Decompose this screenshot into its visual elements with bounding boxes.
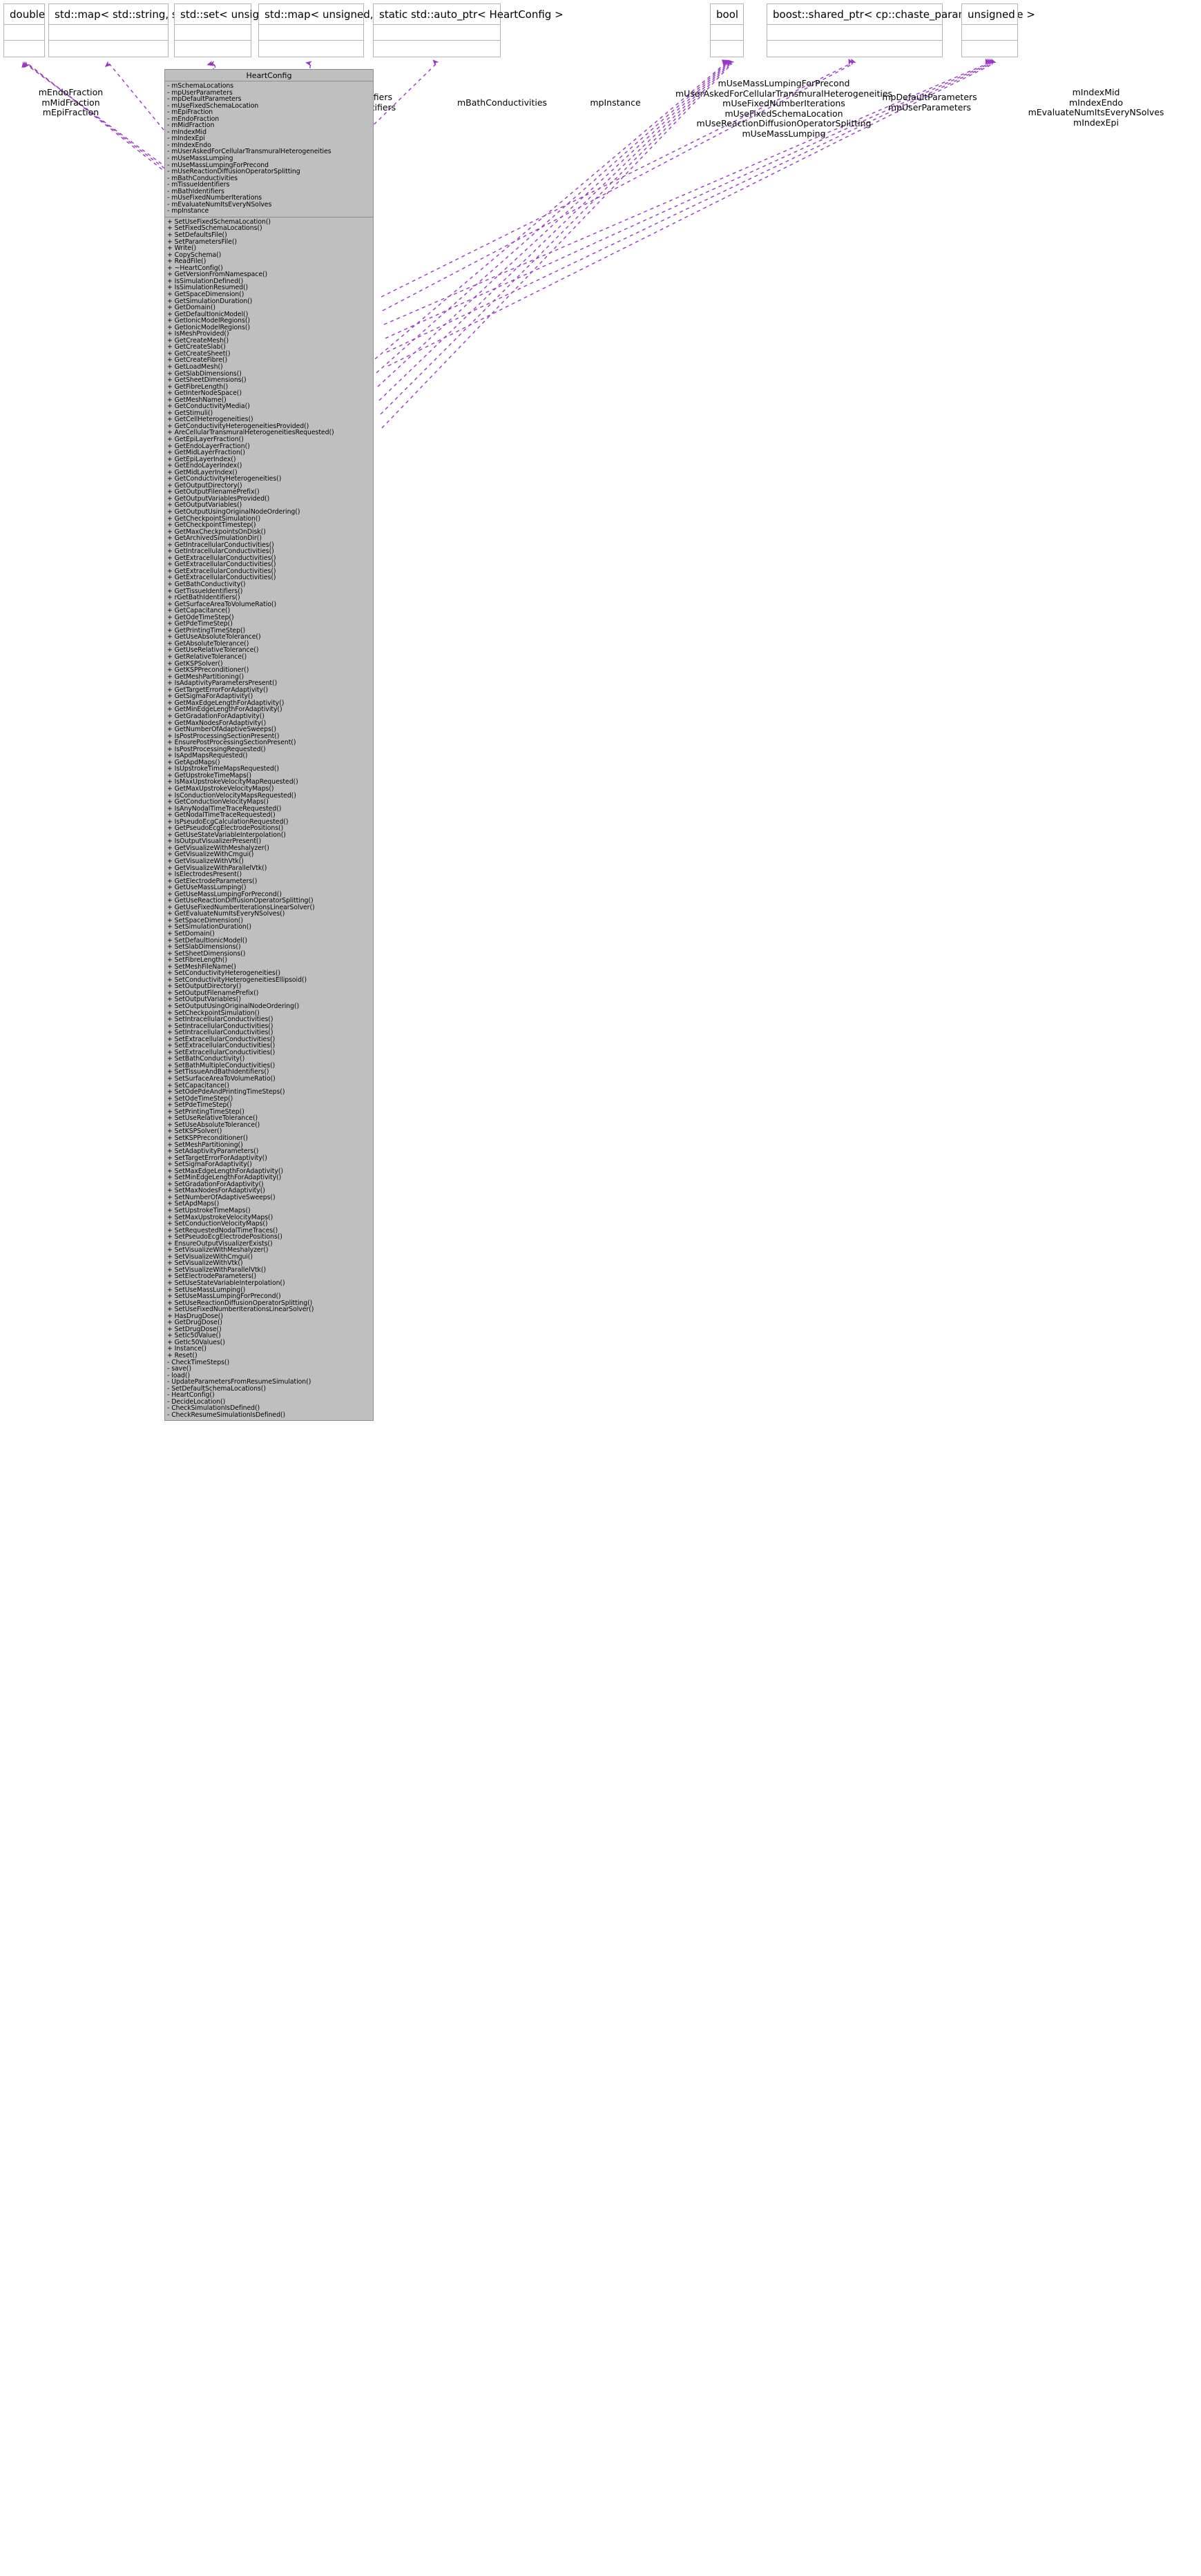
edge-label-parameters: mpDefaultParameters mpUserParameters <box>874 92 985 113</box>
type-box-operations <box>4 41 44 57</box>
edge-label-endo-mid-epi-fraction: mEndoFraction mMidFraction mEpiFraction <box>28 87 114 118</box>
type-box-operations <box>767 41 942 57</box>
edge-label-line: mIndexEndo <box>1069 97 1123 108</box>
edge-label-line: mIndexEpi <box>1073 117 1119 128</box>
class-attributes-section: - mSchemaLocations - mpUserParameters - mp… <box>165 81 373 217</box>
type-box-title: unsigned <box>962 4 1017 25</box>
edge-label-line: mUseMassLumpingForPrecond <box>718 78 850 88</box>
type-box-title: double <box>4 4 45 25</box>
type-box-title: static std::auto_ptr< HeartConfig > <box>374 4 564 25</box>
edge-label-line: mpInstance <box>590 97 641 108</box>
type-box-attributes <box>711 25 743 41</box>
type-box-shared-ptr-chaste-parameters[interactable]: boost::shared_ptr< cp::chaste_parameters… <box>767 3 1035 57</box>
class-operation-row[interactable]: - save() <box>167 1366 371 1373</box>
uml-diagram-canvas: double std::map< std::string, std::strin… <box>0 0 1201 2576</box>
class-operation-row[interactable]: - CheckResumeSimulationIsDefined() <box>167 1412 371 1419</box>
edge-label-line: mEvaluateNumItsEveryNSolves <box>1028 107 1164 118</box>
class-operation-row[interactable]: - CheckTimeSteps() <box>167 1359 371 1366</box>
edge-label-mp-instance: mpInstance <box>588 97 643 108</box>
edge-label-unsigned-indices: mIndexMid mIndexEndo mEvaluateNumItsEveryN… <box>1017 87 1175 128</box>
class-operation-row[interactable]: + Instance() <box>167 1346 371 1353</box>
type-box-title: std::map< std::string, std::string > <box>49 4 237 25</box>
type-box-operations <box>49 41 168 57</box>
type-box-operations <box>175 41 251 57</box>
type-box-map-unsigned-double[interactable]: std::map< unsigned, double > <box>258 3 424 57</box>
class-box-heartconfig[interactable]: HeartConfig - mSchemaLocations - mpUserPa… <box>164 69 374 1422</box>
edge-label-line: mBathConductivities <box>457 97 548 108</box>
type-box-operations <box>259 41 363 57</box>
type-box-operations <box>711 41 743 57</box>
type-box-auto-ptr-heartconfig[interactable]: static std::auto_ptr< HeartConfig > <box>373 3 564 57</box>
type-box-operations <box>374 41 500 57</box>
class-attribute-row[interactable]: - mpInstance <box>167 208 371 215</box>
type-box-title: std::set< unsigned > <box>175 4 291 25</box>
class-operations-section: + SetUseFixedSchemaLocation() + SetFixedS… <box>165 217 373 1421</box>
type-box-attributes <box>4 25 44 41</box>
type-box-attributes <box>374 25 500 41</box>
class-operation-row[interactable]: + SetParametersFile() <box>167 239 371 246</box>
edge-label-line: mpUserParameters <box>887 101 972 113</box>
edge-label-line: mpDefaultParameters <box>882 92 977 102</box>
edge-label-line: mEndoFraction <box>38 87 104 97</box>
edge-label-bath-conductivities: mBathConductivities <box>451 97 553 108</box>
edge-label-line: mEpiFraction <box>42 107 99 118</box>
type-box-title: boost::shared_ptr< cp::chaste_parameters… <box>767 4 1035 25</box>
type-box-operations <box>962 41 1017 57</box>
type-box-bool[interactable]: bool <box>710 3 744 57</box>
type-box-attributes <box>962 25 1017 41</box>
type-box-double[interactable]: double <box>3 3 45 57</box>
type-box-attributes <box>49 25 168 41</box>
type-box-map-string-string[interactable]: std::map< std::string, std::string > <box>48 3 237 57</box>
class-title: HeartConfig <box>165 70 373 81</box>
type-box-title: std::map< unsigned, double > <box>259 4 424 25</box>
edge-label-line: mUseMassLumping <box>742 128 826 139</box>
type-box-set-unsigned-a[interactable]: std::set< unsigned > <box>174 3 291 57</box>
type-box-unsigned[interactable]: unsigned <box>961 3 1018 57</box>
type-box-attributes <box>767 25 942 41</box>
edge-label-line: mIndexMid <box>1072 87 1120 97</box>
type-box-attributes <box>259 25 363 41</box>
edge-label-line: mMidFraction <box>41 97 100 108</box>
edge-label-line: mUseReactionDiffusionOperatorSplitting <box>696 118 872 129</box>
type-box-attributes <box>175 25 251 41</box>
type-box-title: bool <box>711 4 743 25</box>
